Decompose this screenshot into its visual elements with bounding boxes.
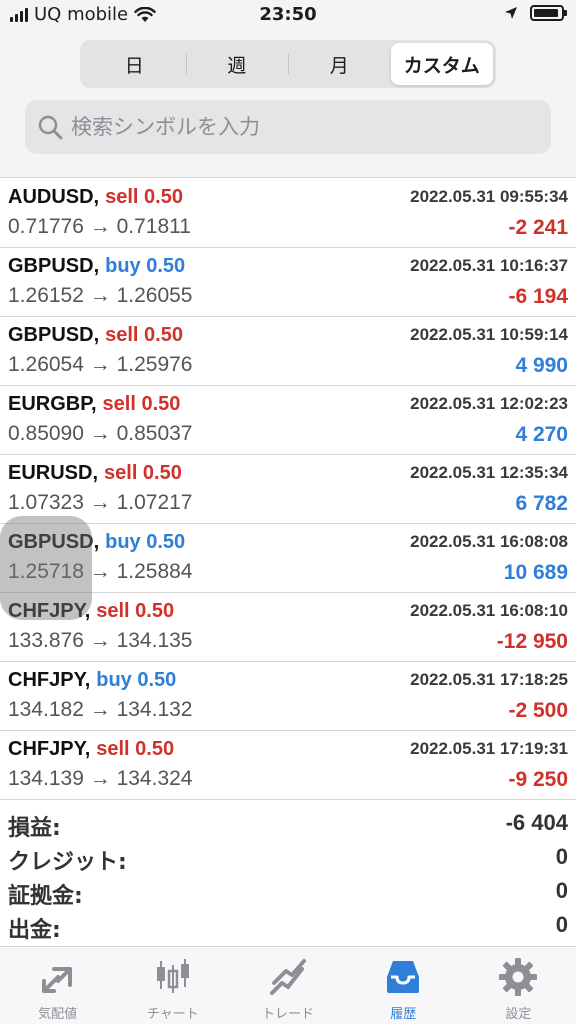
status-right <box>504 5 567 21</box>
deal-prices: 1.07323 → 1.07217 <box>8 491 193 514</box>
deal-symbol: EURGBP, <box>8 393 97 415</box>
deal-row[interactable]: AUDUSD, sell 0.50 2022.05.31 09:55:34 0.7… <box>0 179 576 248</box>
status-time: 23:50 <box>259 4 317 25</box>
deal-row[interactable]: EURGBP, sell 0.50 2022.05.31 12:02:23 0.8… <box>0 386 576 455</box>
history-header: 日 週 月 カスタム <box>0 32 576 178</box>
bottom-tab-bar: 気配値 チャート トレード 履歴 設定 <box>0 946 576 1024</box>
deal-time: 2022.05.31 12:35:34 <box>410 463 568 482</box>
summary-value: 0 <box>555 844 568 869</box>
summary-row-withdrawal: 出金: 0 <box>0 906 576 943</box>
quotes-icon <box>41 967 72 993</box>
deal-profit: -2 500 <box>508 699 568 722</box>
tab-settings[interactable]: 設定 <box>461 947 576 1024</box>
deal-time: 2022.05.31 12:02:23 <box>410 394 568 413</box>
period-tab-day[interactable]: 日 <box>83 43 186 85</box>
deal-prices: 133.876 → 134.135 <box>8 629 193 652</box>
deal-row[interactable]: EURUSD, sell 0.50 2022.05.31 12:35:34 1.0… <box>0 455 576 524</box>
search-bar <box>25 100 551 154</box>
tab-history[interactable]: 履歴 <box>346 947 461 1024</box>
status-bar: UQ mobile 23:50 <box>0 0 576 32</box>
deal-profit: -12 950 <box>496 630 568 653</box>
deal-prices: 0.85090 → 0.85037 <box>8 422 193 445</box>
deal-side: buy 0.50 <box>96 669 177 691</box>
deal-time: 2022.05.31 16:08:10 <box>410 601 568 620</box>
deal-side: buy 0.50 <box>105 255 186 277</box>
deal-side: sell 0.50 <box>102 393 181 415</box>
tab-label: 気配値 <box>38 1007 78 1022</box>
deal-profit: -6 194 <box>508 285 568 308</box>
deal-side: sell 0.50 <box>105 324 183 346</box>
deals-list: AUDUSD, sell 0.50 2022.05.31 09:55:34 0.7… <box>0 179 576 800</box>
period-segmented-control: 日 週 月 カスタム <box>80 40 496 88</box>
summary-panel: 損益: -6 404 クレジット: 0 証拠金: 0 出金: 0 <box>0 804 576 946</box>
deal-symbol: GBPUSD, <box>8 324 100 346</box>
deal-row[interactable]: GBPUSD, buy 0.50 2022.05.31 10:16:37 1.26… <box>0 248 576 317</box>
deal-symbol: GBPUSD, <box>8 255 100 277</box>
tab-label: 設定 <box>505 1007 532 1022</box>
tab-label: トレード <box>262 1007 315 1022</box>
summary-row-profit: 損益: -6 404 <box>0 804 576 841</box>
search-input[interactable] <box>71 115 531 139</box>
location-icon <box>505 7 517 19</box>
deal-row[interactable]: CHFJPY, buy 0.50 2022.05.31 17:18:25 134.… <box>0 662 576 731</box>
deal-side: buy 0.50 <box>105 531 186 553</box>
deal-profit: 10 689 <box>503 561 568 584</box>
summary-value: -6 404 <box>505 810 568 835</box>
deal-prices: 1.26152 → 1.26055 <box>8 284 193 307</box>
trade-icon <box>270 959 306 995</box>
summary-value: 0 <box>555 912 568 937</box>
deal-time: 2022.05.31 10:59:14 <box>410 325 568 344</box>
deal-time: 2022.05.31 17:18:25 <box>410 670 568 689</box>
deal-side: sell 0.50 <box>96 600 175 622</box>
period-tab-custom[interactable]: カスタム <box>390 43 493 85</box>
deal-symbol: EURUSD, <box>8 462 99 484</box>
deal-prices: 134.182 → 134.132 <box>8 698 193 721</box>
deal-symbol: CHFJPY, <box>8 669 91 691</box>
deal-prices: 1.26054 → 1.25976 <box>8 353 193 376</box>
deal-profit: -9 250 <box>508 768 568 791</box>
deal-time: 2022.05.31 17:19:31 <box>410 739 568 758</box>
period-tab-month[interactable]: 月 <box>288 43 391 85</box>
deal-side: sell 0.50 <box>104 462 182 484</box>
tab-label: 履歴 <box>390 1007 417 1022</box>
tab-chart[interactable]: チャート <box>115 947 230 1024</box>
deal-time: 2022.05.31 16:08:08 <box>410 532 568 551</box>
summary-row-credit: クレジット: 0 <box>0 838 576 875</box>
assistive-touch-button[interactable] <box>0 516 92 620</box>
deal-symbol: CHFJPY, <box>8 738 91 760</box>
chart-icon <box>156 959 189 993</box>
deal-side: sell 0.50 <box>105 186 183 208</box>
deal-profit: 6 782 <box>515 492 568 515</box>
deal-prices: 134.139 → 134.324 <box>8 767 193 790</box>
battery-icon <box>530 5 567 21</box>
settings-icon <box>499 958 538 996</box>
search-icon <box>38 115 63 140</box>
summary-value: 0 <box>555 878 568 903</box>
tab-label: チャート <box>146 1007 199 1022</box>
summary-label: 出金: <box>8 918 61 943</box>
deal-profit: 4 270 <box>515 423 568 446</box>
deal-profit: -2 241 <box>508 216 568 239</box>
tab-trade[interactable]: トレード <box>230 947 345 1024</box>
summary-row-deposit: 証拠金: 0 <box>0 872 576 909</box>
deal-row[interactable]: CHFJPY, sell 0.50 2022.05.31 17:19:31 134… <box>0 731 576 800</box>
deal-time: 2022.05.31 09:55:34 <box>410 187 568 206</box>
deal-symbol: AUDUSD, <box>8 186 100 208</box>
deal-row[interactable]: GBPUSD, sell 0.50 2022.05.31 10:59:14 1.2… <box>0 317 576 386</box>
deal-prices: 0.71776 → 0.71811 <box>8 215 191 238</box>
deal-profit: 4 990 <box>515 354 568 377</box>
period-tab-week[interactable]: 週 <box>185 43 289 85</box>
tab-quotes[interactable]: 気配値 <box>0 947 115 1024</box>
deal-side: sell 0.50 <box>96 738 175 760</box>
history-icon <box>387 961 420 993</box>
deal-time: 2022.05.31 10:16:37 <box>410 256 568 275</box>
